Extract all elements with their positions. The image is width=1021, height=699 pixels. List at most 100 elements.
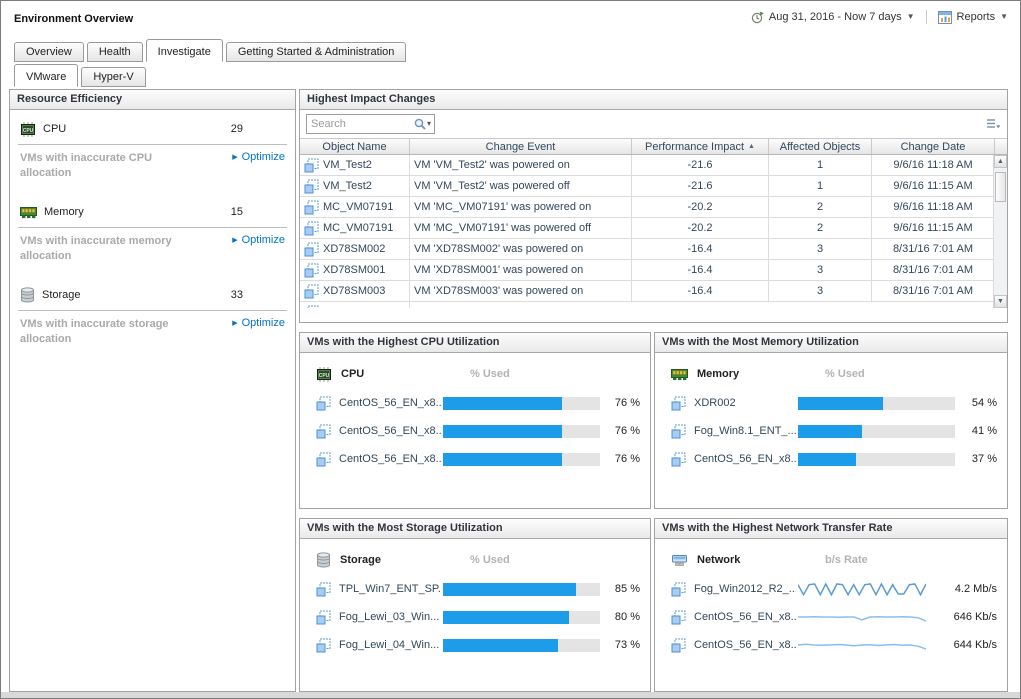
vm-name: TPL_Win7_ENT_SP... — [339, 583, 441, 595]
table-customizer-icon[interactable] — [986, 118, 1001, 130]
vm-icon — [316, 582, 331, 597]
affected-objects-cell: 1 — [769, 176, 872, 196]
usage-bar-fill — [443, 639, 558, 652]
memory-utilization-panel: VMs with the Most Memory Utilization Mem… — [654, 332, 1008, 509]
column-header-object-name[interactable]: Object Name — [300, 139, 410, 154]
performance-impact-cell: -21.6 — [632, 155, 769, 175]
change-date-cell: 9/6/16 11:15 AM — [872, 218, 995, 238]
subtab-vmware[interactable]: VMware — [14, 64, 78, 87]
subtab-hyper-v[interactable]: Hyper-V — [81, 67, 145, 87]
usage-bar — [443, 453, 600, 466]
vm-name: Fog_Win2012_R2_... — [694, 583, 796, 595]
usage-bar-fill — [798, 425, 862, 438]
utilization-rows: CentOS_56_EN_x8...76 %CentOS_56_EN_x8...… — [300, 389, 650, 473]
table-row[interactable]: XD78SM003VM 'XD78SM003' was powered on-1… — [300, 281, 995, 302]
svg-text:CPU: CPU — [319, 373, 330, 379]
storage-utilization-panel: VMs with the Most Storage Utilization St… — [299, 518, 651, 692]
utilization-rows: TPL_Win7_ENT_SP...85 %Fog_Lewi_03_Win...… — [300, 575, 650, 659]
search-options-caret-icon[interactable]: ▾ — [427, 119, 431, 129]
utilization-rows: Fog_Win2012_R2_...4.2 Mb/sCentOS_56_EN_x… — [655, 575, 1007, 659]
usage-value: 76 % — [615, 425, 640, 437]
utilization-row: TPL_Win7_ENT_SP...85 % — [300, 575, 650, 603]
table-row[interactable]: VM_Test2VM 'VM_Test2' was powered on-21.… — [300, 155, 995, 176]
tab-getting-started-administration[interactable]: Getting Started & Administration — [226, 42, 407, 62]
metric-name: Memory — [44, 206, 84, 218]
value-header: b/s Rate — [825, 554, 868, 566]
tab-health[interactable]: Health — [87, 42, 143, 62]
vm-icon — [304, 263, 319, 278]
change-event-cell: VM 'MC_VM07191' was powered on — [410, 197, 632, 217]
reports-caret-icon[interactable]: ▼ — [1000, 12, 1008, 22]
impact-table-header: Object NameChange EventPerformance Impac… — [300, 138, 1007, 155]
optimize-link[interactable]: ▶Optimize — [232, 234, 285, 246]
table-row[interactable]: MC_VM07191VM 'MC_VM07191' was powered on… — [300, 197, 995, 218]
svg-text:CPU: CPU — [23, 128, 34, 134]
performance-impact-cell: -20.2 — [632, 197, 769, 217]
scrollbar-thumb[interactable] — [995, 172, 1006, 202]
scrollbar[interactable]: ▲ ▼ — [993, 155, 1007, 308]
network-icon — [671, 554, 688, 567]
change-event-cell: VM 'VM_Test2' was powered on — [410, 155, 632, 175]
panel-header-row: Network b/s Rate — [655, 549, 1007, 571]
vm-icon — [304, 179, 319, 194]
network-sparkline — [798, 608, 926, 626]
search-icon[interactable] — [413, 117, 427, 131]
metric-name: Memory — [697, 368, 739, 380]
scrollbar-up-icon[interactable]: ▲ — [994, 155, 1007, 168]
usage-bar-fill — [443, 397, 562, 410]
affected-objects-cell: 2 — [769, 218, 872, 238]
vm-icon — [304, 158, 319, 173]
environment-overview-page: Environment Overview Aug 31, 2016 - Now … — [0, 0, 1021, 699]
optimize-link[interactable]: ▶Optimize — [232, 151, 285, 163]
metric-name: CPU — [341, 368, 364, 380]
panel-title: Resource Efficiency — [10, 90, 295, 110]
affected-objects-cell: 1 — [769, 155, 872, 175]
vm-icon — [316, 452, 331, 467]
tab-overview[interactable]: Overview — [14, 42, 84, 62]
time-range-caret-icon[interactable]: ▼ — [907, 12, 915, 22]
arrow-right-icon: ▶ — [232, 236, 237, 244]
column-header-change-date[interactable]: Change Date — [872, 139, 995, 154]
main-tab-bar: OverviewHealthInvestigateGetting Started… — [14, 39, 406, 62]
resource-metric-row: CPUCPU29 — [10, 114, 295, 144]
cpu-icon: CPU — [316, 367, 332, 382]
table-row[interactable]: VM_Test2VM 'VM_Test2' was powered off-21… — [300, 176, 995, 197]
utilization-row: XDR00254 % — [655, 389, 1007, 417]
resource-metric-row: Storage 33 — [10, 280, 295, 310]
impact-table-rows: VM_Test2VM 'VM_Test2' was powered on-21.… — [300, 155, 1007, 308]
vm-name: CentOS_56_EN_x8... — [339, 397, 441, 409]
table-row[interactable]: XD78SM002VM 'XD78SM002' was powered on-1… — [300, 239, 995, 260]
search-box[interactable]: ▾ — [306, 114, 435, 134]
usage-bar-fill — [798, 397, 883, 410]
vm-name: CentOS_56_EN_x8... — [339, 453, 441, 465]
vm-icon — [671, 610, 686, 625]
vm-icon — [316, 396, 331, 411]
change-event-cell: VM 'XD78SM002' was powered on — [410, 239, 632, 259]
usage-bar-fill — [443, 583, 576, 596]
metric-name: Storage — [42, 289, 81, 301]
reports-button[interactable]: Reports — [957, 11, 996, 23]
memory-icon — [671, 368, 688, 381]
column-header-affected-objects[interactable]: Affected Objects — [769, 139, 872, 154]
table-row[interactable]: XD78SM001VM 'XD78SM001' was powered on-1… — [300, 260, 995, 281]
utilization-row: Fog_Win2012_R2_...4.2 Mb/s — [655, 575, 1007, 603]
utilization-row: CentOS_56_EN_x8...76 % — [300, 445, 650, 473]
column-header-change-event[interactable]: Change Event — [410, 139, 632, 154]
vm-icon — [304, 284, 319, 299]
time-range-label[interactable]: Aug 31, 2016 - Now 7 days — [769, 11, 902, 23]
vm-icon — [316, 638, 331, 653]
metric-value: 33 — [231, 289, 243, 301]
vm-icon — [671, 452, 686, 467]
usage-value: 646 Kb/s — [954, 611, 997, 623]
optimize-link[interactable]: ▶Optimize — [232, 317, 285, 329]
column-header-performance-impact[interactable]: Performance Impact▲ — [632, 139, 769, 154]
cpu-utilization-panel: VMs with the Highest CPU Utilization CPU… — [299, 332, 651, 509]
network-transfer-panel: VMs with the Highest Network Transfer Ra… — [654, 518, 1008, 692]
scrollbar-down-icon[interactable]: ▼ — [994, 295, 1007, 308]
table-row[interactable]: MC_VM07191VM 'MC_VM07191' was powered of… — [300, 218, 995, 239]
search-input[interactable] — [311, 118, 413, 130]
performance-impact-cell: -16.4 — [632, 260, 769, 280]
vm-name: CentOS_56_EN_x8... — [694, 453, 796, 465]
panel-header-row: Memory % Used — [655, 363, 1007, 385]
tab-investigate[interactable]: Investigate — [146, 39, 223, 62]
